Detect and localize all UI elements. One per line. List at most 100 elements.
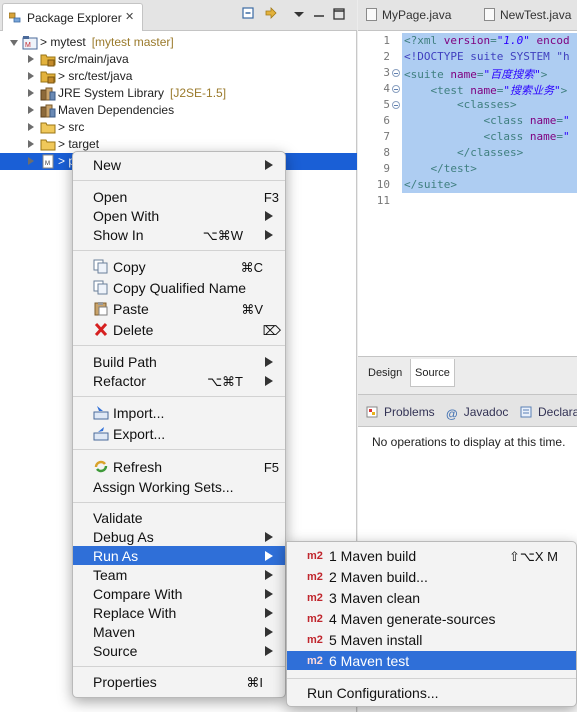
menu-item-team[interactable]: Team: [73, 565, 285, 584]
menu-item-open[interactable]: Open F3: [73, 187, 285, 206]
submenu-arrow-icon: [265, 357, 273, 367]
srcfolder-icon: [40, 52, 56, 67]
menu-item-properties[interactable]: Properties ⌘I: [73, 672, 285, 691]
menu-item-show-in[interactable]: Show In ⌥⌘W: [73, 225, 285, 244]
srcfolder-icon: [40, 69, 56, 84]
menu-item-maven-6[interactable]: m2 6 Maven test: [287, 651, 576, 670]
menu-item-source[interactable]: Source: [73, 641, 285, 660]
editor-tab-bar: MyPage.java NewTest.java: [358, 0, 577, 31]
menu-item-maven-5[interactable]: m2 5 Maven install: [287, 630, 576, 649]
fold-icon[interactable]: [392, 69, 400, 77]
menu-item-maven-1[interactable]: m2 1 Maven build ⇧⌥X M: [287, 546, 576, 565]
code-line-10: </suite>: [404, 178, 457, 191]
menu-item-label: 6 Maven test: [329, 653, 410, 669]
menu-item-maven-2[interactable]: m2 2 Maven build...: [287, 567, 576, 586]
menu-item-open-with[interactable]: Open With: [73, 206, 285, 225]
menu-item-refresh[interactable]: Refresh F5: [73, 457, 285, 476]
menu-item-label: Export...: [113, 426, 166, 442]
collapsed-arrow-icon[interactable]: [28, 72, 34, 80]
menu-item-label: 3 Maven clean: [329, 590, 421, 606]
tree-item-jre-library[interactable]: JRE System Library [J2SE-1.5]: [0, 85, 357, 102]
menu-item-copy-qualified-name[interactable]: Copy Qualified Name: [73, 278, 285, 297]
tree-item-text: src/main/java: [58, 52, 129, 66]
tab-source[interactable]: Source: [410, 359, 455, 387]
shortcut-label: ⌘C: [240, 260, 263, 275]
menu-item-label: Maven: [93, 624, 136, 640]
menu-item-paste[interactable]: Paste ⌘V: [73, 299, 285, 318]
shortcut-label: ⌥⌘T: [207, 374, 243, 389]
collapsed-arrow-icon[interactable]: [28, 55, 34, 63]
menu-item-assign-working-sets[interactable]: Assign Working Sets...: [73, 477, 285, 496]
tab-problems[interactable]: Problems: [366, 405, 435, 419]
menu-item-label: Paste: [113, 301, 149, 317]
menu-item-validate[interactable]: Validate: [73, 508, 285, 527]
tree-item-text: > src/test/java: [58, 69, 133, 83]
close-icon[interactable]: ✕: [125, 10, 134, 23]
line-number: 8: [383, 146, 390, 159]
tree-item-text: > target: [58, 137, 100, 151]
menu-item-copy[interactable]: Copy ⌘C: [73, 257, 285, 276]
package-explorer-tab[interactable]: Package Explorer ✕: [2, 3, 143, 31]
collapsed-arrow-icon[interactable]: [28, 140, 34, 148]
menu-item-refactor[interactable]: Refactor ⌥⌘T: [73, 371, 285, 390]
menu-item-replace-with[interactable]: Replace With: [73, 603, 285, 622]
menu-item-label: Build Path: [93, 354, 157, 370]
tab-design[interactable]: Design: [364, 359, 406, 387]
menu-item-compare-with[interactable]: Compare With: [73, 584, 285, 603]
menu-item-maven-3[interactable]: m2 3 Maven clean: [287, 588, 576, 607]
menu-item-label: 2 Maven build...: [329, 569, 428, 585]
menu-item-debug-as[interactable]: Debug As: [73, 527, 285, 546]
file-icon: M: [40, 154, 56, 169]
submenu-arrow-icon: [265, 627, 273, 637]
tab-declaration[interactable]: Declara: [520, 405, 577, 419]
fold-icon[interactable]: [392, 85, 400, 93]
line-number: 1: [383, 34, 390, 47]
line-number: 3: [383, 66, 390, 79]
collapsed-arrow-icon[interactable]: [28, 157, 34, 165]
tree-item-maven-dependencies[interactable]: Maven Dependencies: [0, 102, 357, 119]
fold-icon[interactable]: [392, 101, 400, 109]
view-menu-icon[interactable]: [291, 6, 307, 22]
minimize-icon[interactable]: [311, 6, 327, 22]
collapsed-arrow-icon[interactable]: [28, 89, 34, 97]
editor-mode-tabs: Design Source: [358, 356, 577, 388]
tab-javadoc[interactable]: @ Javadoc: [446, 405, 508, 421]
line-number-gutter: 1 2 3 4 5 6 7 8 9 10 11: [358, 31, 402, 356]
menu-item-label: Copy Qualified Name: [113, 280, 247, 296]
tree-item-src-main-java[interactable]: src/main/java: [0, 51, 357, 68]
editor-tab-label: NewTest.java: [500, 8, 572, 22]
editor-tab-newtest[interactable]: NewTest.java: [484, 8, 571, 22]
menu-item-label: Run As: [93, 548, 139, 564]
tree-item-src[interactable]: > src: [0, 119, 357, 136]
code-area[interactable]: <?xml version="1.0" encod <!DOCTYPE suit…: [402, 31, 577, 356]
m2-icon: m2: [307, 634, 323, 646]
menu-item-label: Team: [93, 567, 128, 583]
line-number: 4: [383, 82, 390, 95]
menu-item-run-as[interactable]: Run As: [73, 546, 285, 565]
menu-item-delete[interactable]: Delete ⌦: [73, 320, 285, 339]
tree-item-decoration: [mytest master]: [91, 35, 174, 49]
submenu-arrow-icon: [265, 211, 273, 221]
menu-item-maven[interactable]: Maven: [73, 622, 285, 641]
menu-item-new[interactable]: New: [73, 155, 285, 174]
collapsed-arrow-icon[interactable]: [28, 106, 34, 114]
maximize-icon[interactable]: [331, 6, 347, 22]
menu-item-import[interactable]: Import...: [73, 403, 285, 422]
menu-item-label: Open: [93, 189, 128, 205]
menu-item-build-path[interactable]: Build Path: [73, 352, 285, 371]
line-number: 11: [376, 194, 390, 207]
code-line-2: <!DOCTYPE suite SYSTEM "h: [404, 50, 570, 63]
menu-item-label: Run Configurations...: [307, 685, 439, 701]
expanded-arrow-icon[interactable]: [10, 40, 18, 46]
empty-message: No operations to display at this time.: [372, 435, 566, 449]
menu-separator: [287, 678, 576, 679]
menu-item-run-configurations[interactable]: Run Configurations...: [287, 683, 576, 702]
collapsed-arrow-icon[interactable]: [28, 123, 34, 131]
menu-item-export[interactable]: Export...: [73, 424, 285, 443]
tree-item-src-test-java[interactable]: > src/test/java: [0, 68, 357, 85]
link-with-editor-icon[interactable]: [263, 6, 279, 22]
tree-item-project[interactable]: M > mytest [mytest master]: [0, 34, 357, 51]
menu-item-maven-4[interactable]: m2 4 Maven generate-sources: [287, 609, 576, 628]
editor-tab-mypage[interactable]: MyPage.java: [366, 8, 451, 22]
collapse-all-icon[interactable]: [241, 6, 257, 22]
